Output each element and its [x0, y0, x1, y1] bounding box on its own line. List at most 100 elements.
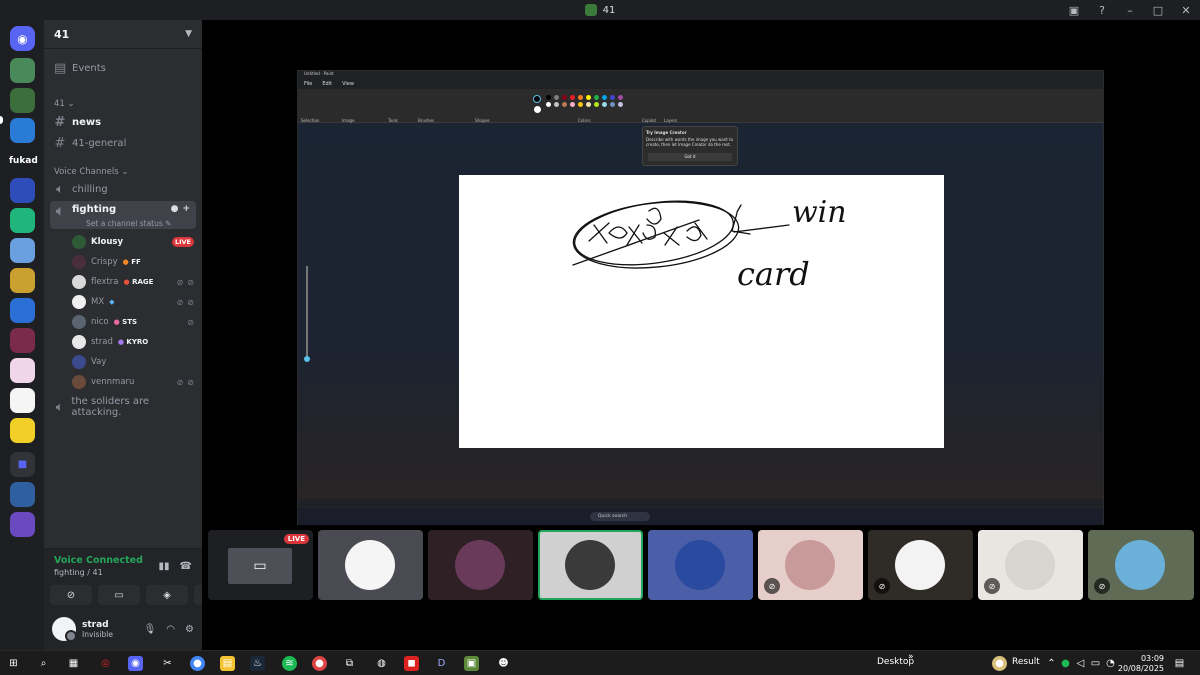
voice-category-header[interactable]: Voice Channels ⌄ — [54, 167, 128, 177]
capcut-icon[interactable]: ⧉ — [342, 656, 357, 671]
server-icon[interactable] — [10, 512, 35, 537]
spotify-tray-icon[interactable]: ● — [1058, 656, 1073, 671]
ribbon-group-label: Selection — [301, 118, 320, 123]
participant-tile[interactable] — [538, 530, 643, 600]
inbox-icon[interactable]: ▣ — [1060, 4, 1088, 17]
result-label[interactable]: Result — [1012, 657, 1040, 667]
avatar — [345, 540, 395, 590]
clock[interactable]: 03:09 20/08/2025 — [1118, 654, 1164, 674]
server-header[interactable]: 41 ▼ — [44, 20, 202, 49]
channel-status-hint[interactable]: Set a channel status ✎ — [86, 219, 171, 228]
server-icon[interactable] — [10, 328, 35, 353]
steam-icon[interactable]: ♨ — [250, 656, 265, 671]
help-icon[interactable]: ? — [1088, 4, 1116, 17]
headphones-icon[interactable]: ◠ — [166, 624, 175, 635]
server-icon[interactable] — [10, 298, 35, 323]
app-icon[interactable]: D — [434, 656, 449, 671]
discord-home-icon[interactable]: ◉ — [10, 26, 35, 51]
stream-tile[interactable]: ▭ LIVE — [208, 530, 313, 600]
minimize-button[interactable]: – — [1116, 4, 1144, 17]
opera-icon[interactable]: ◎ — [98, 656, 113, 671]
windows-start-icon[interactable]: ⊞ — [6, 656, 21, 671]
camera-off-button[interactable]: ⊘ — [50, 585, 92, 605]
participant-tile[interactable] — [318, 530, 423, 600]
display-icon[interactable]: ▭ — [1088, 656, 1103, 671]
notifications-icon[interactable]: ▤ — [1172, 656, 1187, 671]
paint-canvas[interactable]: win card — [459, 175, 944, 448]
search-icon[interactable]: ⌕ — [36, 656, 51, 671]
participant-tile[interactable]: ⊘ — [758, 530, 863, 600]
server-icon[interactable] — [10, 88, 35, 113]
voice-user[interactable]: flextra ● RAGE ⊘ ⊘ — [72, 273, 194, 291]
avatar[interactable] — [52, 617, 77, 642]
voice-user[interactable]: Klousy LIVE — [72, 233, 194, 251]
maximize-button[interactable]: □ — [1144, 4, 1172, 17]
add-user-icon[interactable]: + — [182, 204, 190, 214]
server-icon[interactable] — [10, 482, 35, 507]
close-button[interactable]: ✕ — [1172, 4, 1200, 17]
activities-button[interactable]: ◈ — [146, 585, 188, 605]
chevron-right-icon[interactable]: » — [908, 652, 914, 662]
server-icon[interactable] — [10, 118, 35, 143]
server-icon[interactable] — [10, 268, 35, 293]
voice-status-subtitle[interactable]: fighting / 41 — [54, 568, 103, 577]
minecraft-icon[interactable]: ▣ — [464, 656, 479, 671]
server-icon[interactable] — [10, 178, 35, 203]
server-icon[interactable] — [10, 58, 35, 83]
file-explorer-icon[interactable]: ▤ — [220, 656, 235, 671]
chrome-icon[interactable]: ● — [190, 656, 205, 671]
server-icon[interactable] — [10, 388, 35, 413]
participant-tile[interactable]: ⊘ — [1088, 530, 1194, 600]
capcut-icon[interactable]: ✂ — [160, 656, 175, 671]
screen-share-view[interactable]: Untitled - Paint File Edit View Selectio… — [297, 70, 1104, 525]
channel-41-general[interactable]: # 41-general — [50, 133, 196, 153]
task-view-icon[interactable]: ▦ — [66, 656, 81, 671]
zoom-slider[interactable] — [304, 256, 310, 366]
voice-user[interactable]: Crispy ● FF — [72, 253, 194, 271]
user-name: nico — [91, 317, 109, 327]
voice-channel-attacking[interactable]: 🔈︎ the soliders are attacking. — [50, 396, 196, 418]
server-icon[interactable] — [10, 358, 35, 383]
voice-user[interactable]: MX ◆ ⊘ ⊘ — [72, 293, 194, 311]
participant-tile[interactable]: ⊘ — [868, 530, 973, 600]
wifi-icon[interactable]: ◔ — [1103, 656, 1118, 671]
app-icon[interactable]: ☻ — [496, 656, 511, 671]
server-icon[interactable] — [10, 238, 35, 263]
channel-news[interactable]: # news — [50, 112, 196, 132]
obs-icon[interactable]: ◍ — [374, 656, 389, 671]
participant-tile[interactable] — [428, 530, 533, 600]
result-icon[interactable]: ● — [992, 656, 1007, 671]
folder-icon[interactable]: ■ — [10, 452, 35, 477]
microphone-icon[interactable]: 🎙︎ — [144, 624, 157, 635]
voice-user[interactable]: nico ● STS ⊘ — [72, 313, 194, 331]
events-item[interactable]: ▤ Events — [50, 58, 196, 78]
got-it-button[interactable]: Got it — [648, 153, 732, 161]
voice-user[interactable]: strad ● KYRO — [72, 333, 194, 351]
participant-tile[interactable]: ⊘ — [978, 530, 1083, 600]
tooltip-title: Try Image Creator — [646, 130, 687, 135]
server-icon[interactable] — [10, 418, 35, 443]
discord-icon[interactable]: ◉ — [128, 656, 143, 671]
voice-status-title[interactable]: Voice Connected — [54, 555, 143, 566]
voice-user[interactable]: Vay — [72, 353, 194, 371]
participant-tile[interactable] — [648, 530, 753, 600]
chat-icon[interactable]: ● — [171, 204, 179, 214]
server-icon[interactable] — [10, 208, 35, 233]
spotify-icon[interactable]: ≋ — [282, 656, 297, 671]
category-header[interactable]: 41 ⌄ — [54, 99, 75, 109]
app-icon[interactable]: ● — [312, 656, 327, 671]
app-icon[interactable]: ◼ — [404, 656, 419, 671]
gear-icon[interactable]: ⚙ — [185, 624, 194, 635]
chevron-up-icon[interactable]: ⌃ — [1044, 656, 1059, 671]
clock-time: 03:09 — [1140, 654, 1164, 663]
streamed-search: Quick search — [590, 512, 650, 521]
screen-share-button[interactable]: ▭ — [98, 585, 140, 605]
live-badge: LIVE — [171, 237, 194, 247]
disconnect-icon[interactable]: ☎ — [180, 561, 192, 572]
windows-taskbar: ⊞ ⌕ ▦ ◎ ◉ ✂ ● ▤ ♨ ≋ ● ⧉ ◍ ◼ D ▣ ☻ Deskto… — [0, 650, 1200, 675]
signal-icon[interactable]: ▮▮ — [159, 561, 170, 572]
volume-icon[interactable]: ◁ — [1073, 656, 1088, 671]
server-folder-label[interactable]: fukad — [9, 156, 38, 166]
voice-channel-chilling[interactable]: 🔈︎ chilling — [50, 179, 196, 199]
voice-user[interactable]: vennmaru ⊘ ⊘ — [72, 373, 194, 391]
